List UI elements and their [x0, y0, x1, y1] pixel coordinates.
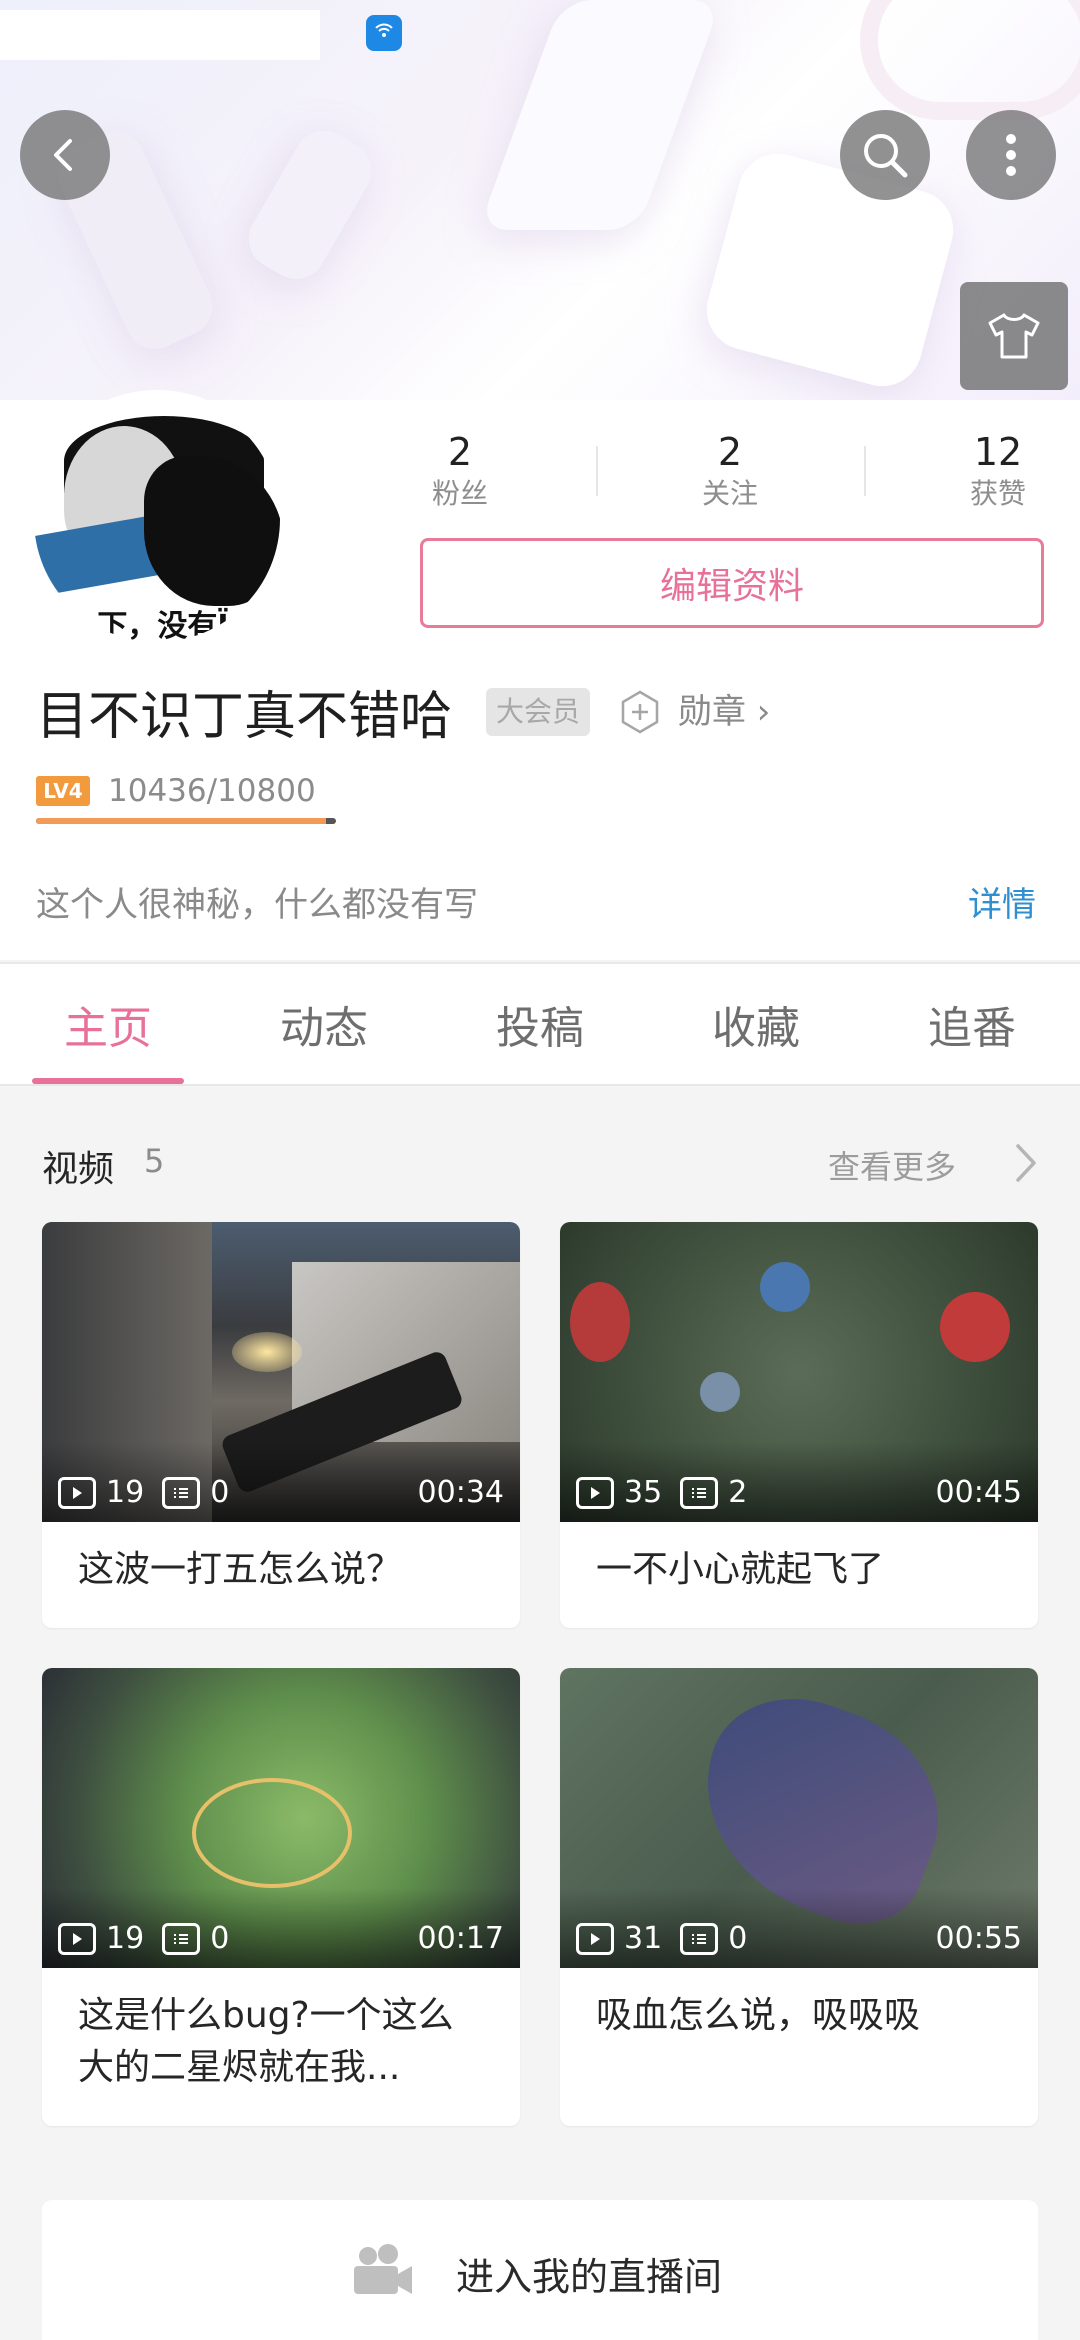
danmaku-icon	[162, 1476, 201, 1509]
search-button[interactable]	[840, 110, 930, 200]
video-duration: 00:17	[417, 1921, 504, 1956]
video-camera-icon	[354, 2244, 412, 2294]
play-icon	[58, 1922, 96, 1955]
stat-following[interactable]: 2 关注	[640, 430, 820, 514]
danmaku-icon	[680, 1922, 719, 1955]
likes-label: 获赞	[969, 477, 1026, 510]
play-count: 31	[624, 1921, 663, 1956]
more-button[interactable]	[966, 110, 1056, 200]
vip-badge[interactable]: 大会员	[486, 688, 591, 736]
video-section-header: 视频 5 查看更多	[0, 1120, 1080, 1210]
play-icon	[576, 1476, 614, 1509]
avatar-caption: 下，没有Ï	[97, 609, 229, 644]
status-bar-mask	[0, 10, 320, 60]
play-icon	[576, 1922, 614, 1955]
exp-progress-bar	[36, 818, 336, 824]
edit-profile-button[interactable]: 编辑资料	[420, 538, 1044, 628]
likes-count: 12	[973, 430, 1023, 474]
wifi-hotspot-icon	[366, 15, 402, 51]
tab-favorites[interactable]: 收藏	[648, 964, 864, 1084]
profile-banner[interactable]	[0, 0, 1080, 400]
live-room-entry[interactable]: 进入我的直播间	[42, 2200, 1038, 2340]
tab-home[interactable]: 主页	[0, 964, 216, 1084]
profile-info: 下，没有Ï 2 粉丝 2 关注 12 获赞 编辑资料 目不识丁真不错哈 大会员 …	[0, 390, 1080, 960]
danmaku-count: 0	[728, 1921, 748, 1956]
fans-label: 粉丝	[431, 477, 488, 510]
more-vertical-icon	[1006, 134, 1016, 176]
play-icon	[58, 1476, 96, 1509]
video-title[interactable]: 吸血怎么说，吸吸吸	[560, 1968, 1038, 2042]
danmaku-count: 0	[210, 1475, 230, 1510]
video-thumbnail[interactable]: 19 0 00:34	[42, 1222, 520, 1522]
video-title[interactable]: 这是什么bug?一个这么大的二星烬就在我...	[42, 1968, 520, 2094]
danmaku-icon	[162, 1922, 201, 1955]
chevron-right-icon[interactable]	[1006, 1140, 1046, 1186]
video-card[interactable]: 35 2 00:45 一不小心就起飞了	[560, 1222, 1038, 1628]
video-stats: 31 0	[576, 1921, 765, 1956]
medal-link[interactable]: 勋章 ›	[678, 688, 770, 736]
video-duration: 00:55	[935, 1921, 1022, 1956]
video-title[interactable]: 这波一打五怎么说？	[42, 1522, 520, 1596]
video-card[interactable]: 19 0 00:17 这是什么bug?一个这么大的二星烬就在我...	[42, 1668, 520, 2126]
banner-decoration	[860, 0, 1080, 120]
video-thumbnail[interactable]: 19 0 00:17	[42, 1668, 520, 1968]
skin-button[interactable]	[960, 282, 1068, 390]
profile-tabs: 主页 动态 投稿 收藏 追番	[0, 962, 1080, 1086]
banner-decoration	[697, 144, 963, 396]
play-count: 19	[106, 1475, 145, 1510]
bio-text: 这个人很神秘，什么都没有写	[36, 885, 478, 925]
banner-decoration	[237, 120, 383, 290]
view-more-link[interactable]: 查看更多	[828, 1142, 956, 1188]
banner-decoration	[478, 0, 722, 230]
video-stats: 35 2	[576, 1475, 765, 1510]
danmaku-count: 0	[210, 1921, 230, 1956]
following-label: 关注	[701, 477, 758, 510]
exp-progress-fill	[36, 818, 326, 824]
avatar[interactable]: 下，没有Ï	[28, 390, 286, 648]
video-section-title: 视频	[42, 1149, 115, 1190]
following-count: 2	[717, 430, 743, 474]
tab-dynamics[interactable]: 动态	[216, 964, 432, 1084]
detail-link[interactable]: 详情	[968, 880, 1036, 930]
danmaku-count: 2	[728, 1475, 748, 1510]
back-button[interactable]	[20, 110, 110, 200]
tab-anime[interactable]: 追番	[864, 964, 1080, 1084]
video-card[interactable]: 19 0 00:34 这波一打五怎么说？	[42, 1222, 520, 1628]
video-duration: 00:45	[935, 1475, 1022, 1510]
stat-divider	[864, 446, 866, 496]
video-thumbnail[interactable]: 31 0 00:55	[560, 1668, 1038, 1968]
medal-add-icon[interactable]	[618, 690, 662, 734]
play-count: 19	[106, 1921, 145, 1956]
stat-divider	[596, 446, 598, 496]
profile-page: 下，没有Ï 2 粉丝 2 关注 12 获赞 编辑资料 目不识丁真不错哈 大会员 …	[0, 0, 1080, 2340]
medal-label: 勋章	[678, 692, 746, 732]
exp-text: 10436/10800	[108, 773, 316, 809]
back-arrow-icon	[54, 139, 72, 171]
level-badge: LV4	[36, 776, 90, 806]
play-count: 35	[624, 1475, 663, 1510]
video-title[interactable]: 一不小心就起飞了	[560, 1522, 1038, 1596]
live-room-label: 进入我的直播间	[456, 2255, 723, 2299]
video-card[interactable]: 31 0 00:55 吸血怎么说，吸吸吸	[560, 1668, 1038, 2126]
fans-count: 2	[447, 430, 473, 474]
video-stats: 19 0	[58, 1921, 247, 1956]
username: 目不识丁真不错哈	[36, 687, 453, 747]
stat-fans[interactable]: 2 粉丝	[370, 430, 550, 514]
search-icon	[864, 134, 908, 178]
tshirt-icon	[988, 313, 1040, 359]
video-count: 5	[144, 1142, 165, 1180]
video-duration: 00:34	[417, 1475, 504, 1510]
danmaku-icon	[680, 1476, 719, 1509]
video-stats: 19 0	[58, 1475, 247, 1510]
video-thumbnail[interactable]: 35 2 00:45	[560, 1222, 1038, 1522]
stat-likes[interactable]: 12 获赞	[908, 430, 1080, 514]
tab-submissions[interactable]: 投稿	[432, 964, 648, 1084]
